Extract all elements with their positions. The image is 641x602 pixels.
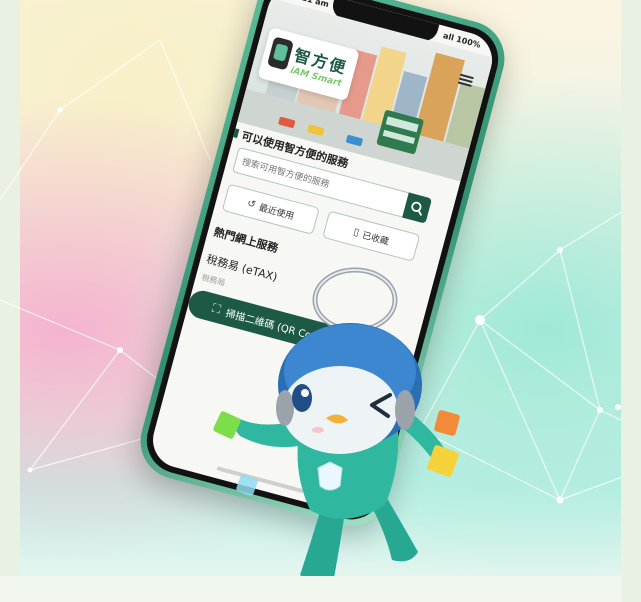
popular-service-department: 稅務局 bbox=[200, 272, 227, 288]
search-button[interactable] bbox=[402, 192, 433, 224]
history-icon: ↺ bbox=[245, 197, 257, 211]
promo-stage: 11:11 am all 100% 智方便 iAM Sma bbox=[0, 0, 641, 602]
popular-heading: 熱門網上服務 bbox=[212, 225, 280, 256]
bookmark-icon: ▯ bbox=[352, 226, 361, 239]
bottom-band bbox=[0, 576, 641, 602]
search-icon bbox=[411, 201, 423, 216]
saved-label: 已收藏 bbox=[361, 230, 390, 248]
scan-qr-button[interactable]: ⛶ 掃描二維碼 (QR Code) bbox=[185, 287, 406, 372]
qr-scan-icon: ⛶ bbox=[210, 300, 223, 316]
scan-label: 掃描二維碼 (QR Code) bbox=[224, 307, 329, 346]
logo-mark-icon bbox=[266, 36, 294, 71]
recent-label: 最近使用 bbox=[257, 202, 296, 222]
